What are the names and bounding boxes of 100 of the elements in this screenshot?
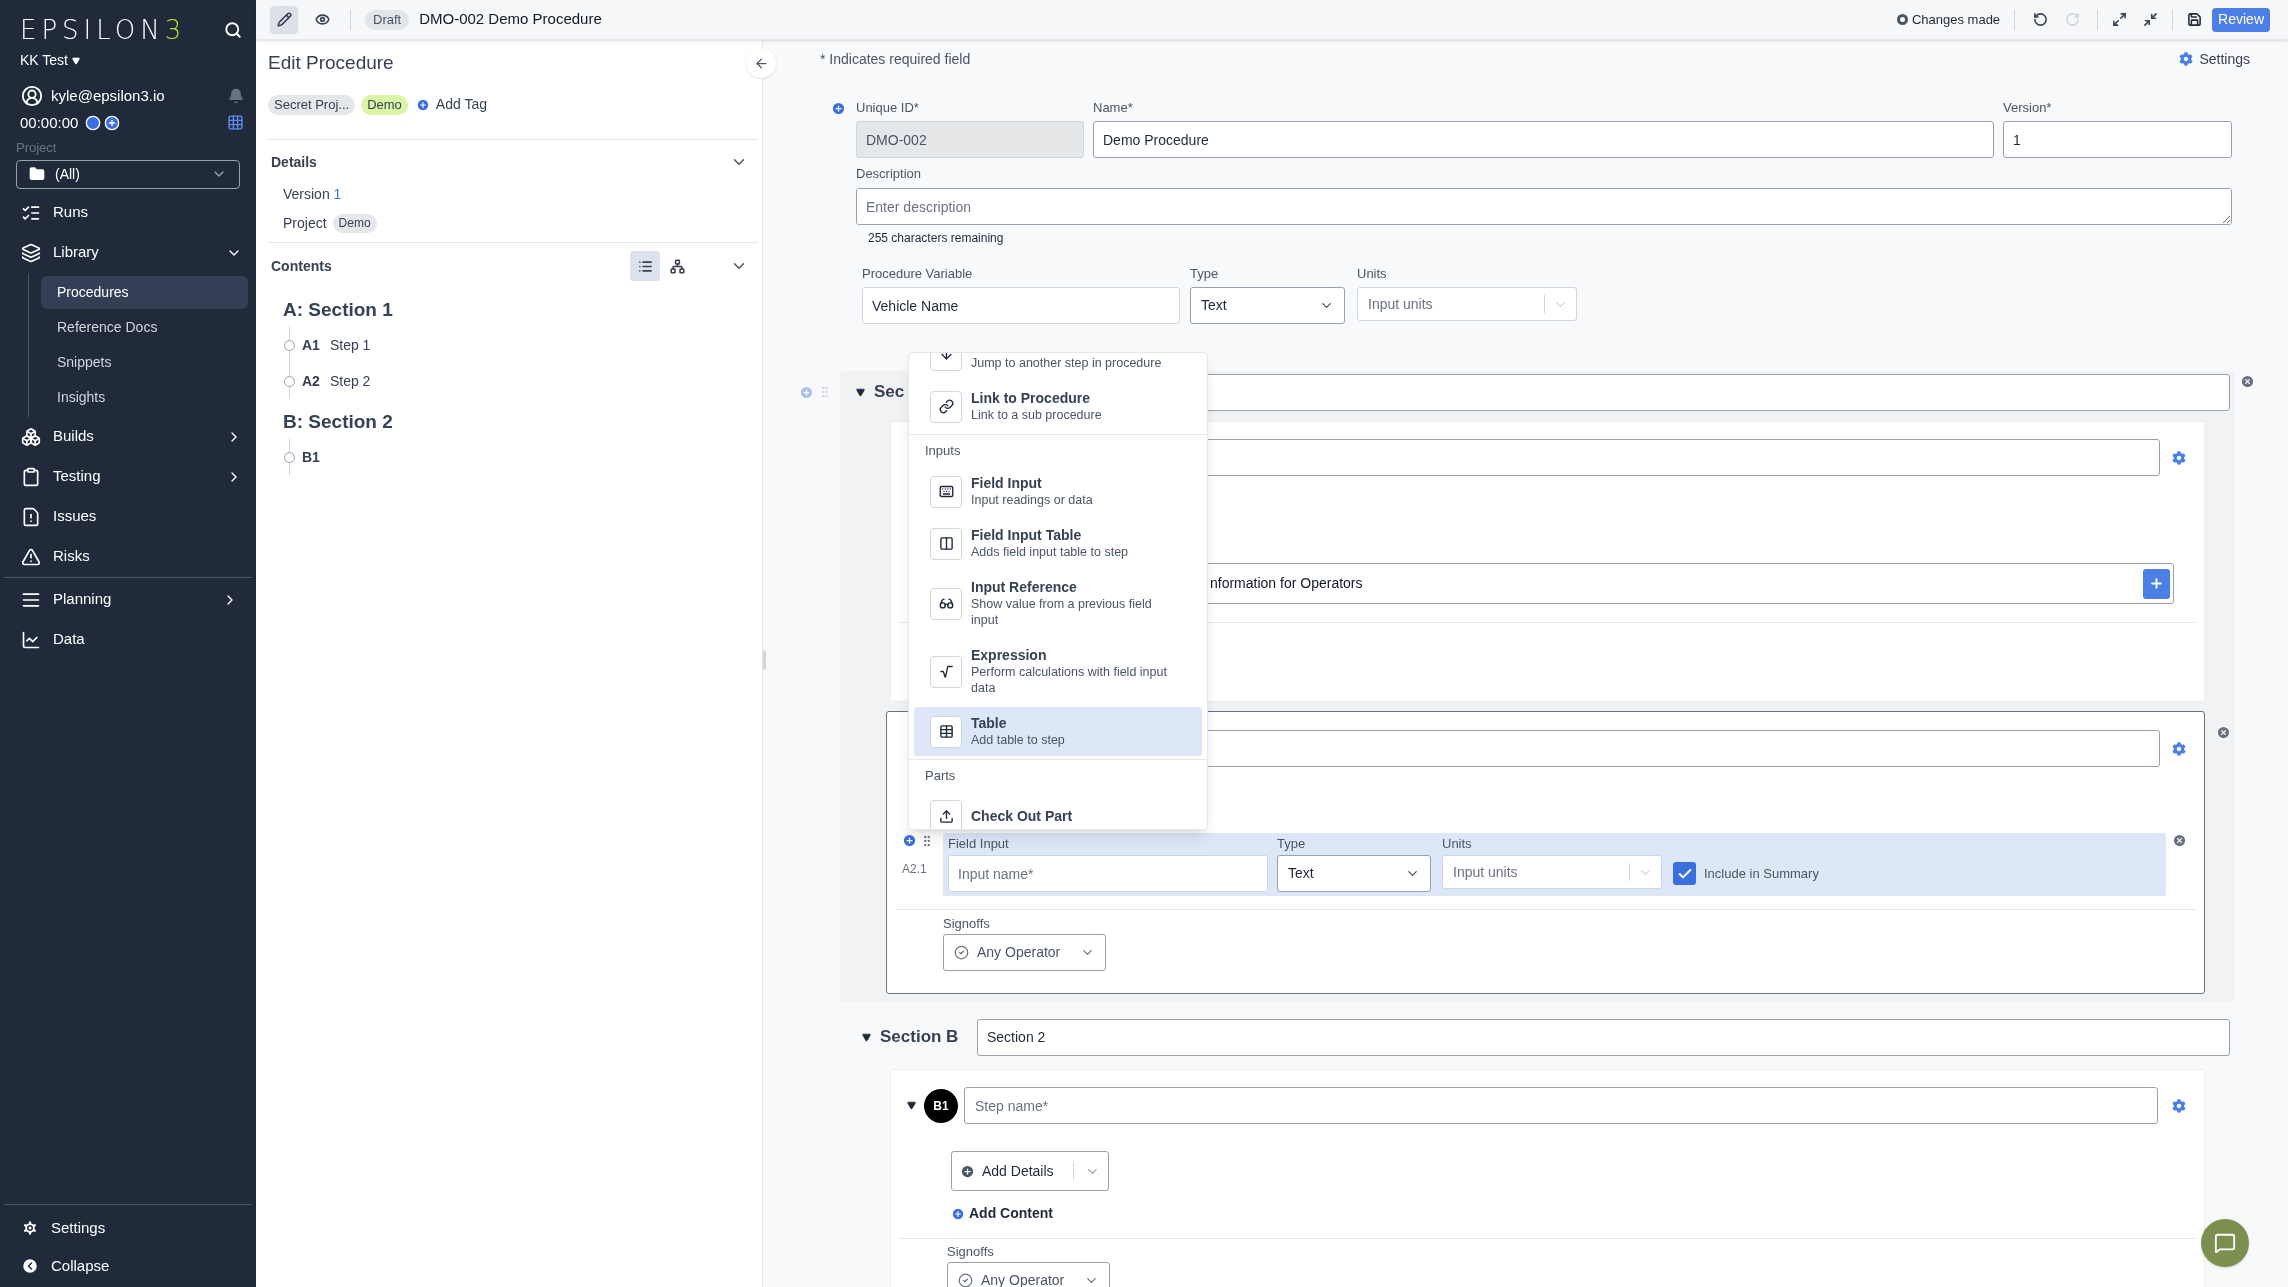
collapse-panel-button[interactable] — [746, 48, 776, 78]
caret-icon[interactable] — [856, 387, 865, 397]
calendar-icon[interactable] — [227, 114, 244, 132]
save-icon[interactable] — [2187, 12, 2203, 27]
signoff-select[interactable]: Any Operator — [947, 1262, 1110, 1287]
panel-title: Edit Procedure — [268, 51, 395, 75]
nav-subitem[interactable]: Procedures — [41, 275, 248, 309]
review-button[interactable]: Review — [2212, 7, 2270, 32]
details-header[interactable]: Details — [268, 140, 758, 184]
edit-mode-button[interactable] — [270, 5, 298, 34]
workspace-menu[interactable]: KK Test — [20, 50, 80, 71]
plus-icon — [2149, 576, 2164, 591]
add-button[interactable] — [2143, 568, 2170, 599]
step-name-field[interactable]: Step name* — [964, 1087, 2158, 1124]
add-icon[interactable] — [104, 114, 121, 131]
menu-item[interactable]: Input Reference Show value from a previous field input — [914, 571, 1202, 636]
play-icon[interactable] — [85, 114, 102, 131]
input-name-field[interactable]: Input name* — [948, 855, 1268, 892]
add-icon — [960, 1163, 975, 1179]
add-details-button[interactable]: Add Details — [951, 1151, 1109, 1191]
file-warning-icon — [21, 506, 41, 527]
type-select[interactable]: Text — [1277, 855, 1431, 892]
required-note: * Indicates required field — [820, 49, 971, 69]
contents-heading: Contents — [271, 256, 333, 276]
arrow-left-icon — [753, 55, 769, 71]
outline-step[interactable]: A2 Step 2 — [302, 370, 371, 392]
chevron-left-icon — [21, 1257, 39, 1275]
menu-item[interactable]: Field Input Input readings or data — [914, 467, 1202, 516]
nav-item[interactable]: Builds — [0, 416, 256, 457]
add-content-button[interactable]: Add Content — [951, 1203, 1053, 1224]
field-label: Signoffs — [943, 916, 991, 932]
logo: EPSILON 3 — [20, 14, 187, 46]
units-select[interactable]: Input units — [1357, 287, 1577, 321]
resize-handle[interactable] — [763, 650, 766, 670]
menu-item[interactable]: Link to Procedure Link to a sub procedure — [914, 382, 1202, 431]
outline-step[interactable]: A1 Step 1 — [302, 334, 371, 356]
menu-item[interactable]: Table Add table to step — [914, 707, 1202, 756]
chat-button[interactable] — [2201, 1219, 2249, 1267]
nav-item[interactable]: Collapse — [4, 1247, 252, 1285]
search-icon[interactable] — [224, 21, 242, 39]
collapse-icon[interactable] — [2143, 12, 2159, 27]
remove-icon[interactable] — [2172, 833, 2187, 848]
boxes-icon — [21, 426, 41, 447]
procedure-title: DMO-002 Demo Procedure — [419, 9, 602, 30]
section-title-field[interactable]: Section 2 — [977, 1018, 2230, 1056]
nav-subitem[interactable]: Snippets — [41, 345, 248, 379]
tag: Secret Proj... — [268, 94, 356, 115]
add-icon — [951, 1206, 965, 1221]
field-label: Name* — [1093, 100, 1134, 116]
nav-item[interactable]: Runs — [0, 192, 256, 233]
type-select[interactable]: Text — [1190, 287, 1345, 324]
field-label: Version* — [2003, 100, 2053, 116]
add-icon — [415, 97, 430, 112]
project-label: Project — [283, 214, 327, 233]
caret-icon[interactable] — [862, 1032, 871, 1042]
outline-section[interactable]: B: Section 2 — [283, 405, 758, 439]
signoff-select[interactable]: Any Operator — [943, 934, 1106, 971]
add-tag-button[interactable]: Add Tag — [415, 94, 487, 115]
checkbox[interactable] — [1673, 862, 1696, 885]
project-select[interactable]: (All) — [16, 159, 240, 189]
text-block-field[interactable]: nformation for Operators — [1210, 573, 2143, 594]
settings-icon[interactable] — [2172, 450, 2186, 465]
settings-button[interactable]: Settings — [2179, 48, 2250, 70]
outline-step[interactable]: B1 — [302, 446, 320, 468]
settings-icon — [2179, 52, 2194, 66]
description-field[interactable]: Enter description — [856, 188, 2232, 225]
nav-item[interactable]: Issues — [0, 496, 256, 537]
text-field[interactable]: Demo Procedure — [1093, 121, 1994, 158]
remove-icon[interactable] — [2240, 374, 2255, 389]
status-badge: Draft — [365, 9, 410, 30]
menu-item-icon — [930, 587, 962, 620]
settings-icon[interactable] — [2172, 741, 2186, 756]
expand-icon[interactable] — [2112, 12, 2128, 27]
outline-section[interactable]: A: Section 1 — [283, 293, 758, 327]
menu-item[interactable]: Check Out Part — [914, 792, 1202, 829]
folder-icon — [29, 166, 45, 182]
nav-item[interactable]: Planning — [4, 579, 252, 620]
field-label: Signoffs — [947, 1244, 995, 1260]
nav-item[interactable]: Library — [0, 232, 256, 273]
menu-item[interactable]: Field Input Table Adds field input table to step — [914, 519, 1202, 568]
text-field[interactable]: 1 — [2003, 121, 2232, 158]
list-icon — [637, 258, 653, 274]
notification-icon[interactable] — [228, 88, 244, 105]
project-badge: Demo — [332, 214, 377, 233]
list-view-button[interactable] — [630, 251, 660, 281]
chat-icon — [2214, 1232, 2236, 1254]
units-select[interactable]: Input units — [1442, 855, 1662, 889]
nav-item[interactable]: Risks — [0, 536, 256, 577]
settings-icon[interactable] — [2172, 1098, 2186, 1113]
variable-field[interactable]: Vehicle Name — [862, 287, 1180, 324]
menu-item-icon — [930, 475, 962, 508]
caret-icon[interactable] — [907, 1101, 916, 1110]
nav-item[interactable]: Settings — [4, 1209, 252, 1247]
nav-subitem[interactable]: Reference Docs — [41, 310, 248, 344]
menu-item[interactable]: Expression Perform calculations with field input data — [914, 639, 1202, 704]
nav-subitem[interactable]: Insights — [41, 380, 248, 414]
content-number: A2.1 — [902, 861, 928, 878]
menu-item[interactable]: Jump to another step in procedure — [914, 353, 1202, 379]
nav-item[interactable]: Data — [4, 619, 252, 660]
nav-item[interactable]: Testing — [0, 456, 256, 497]
